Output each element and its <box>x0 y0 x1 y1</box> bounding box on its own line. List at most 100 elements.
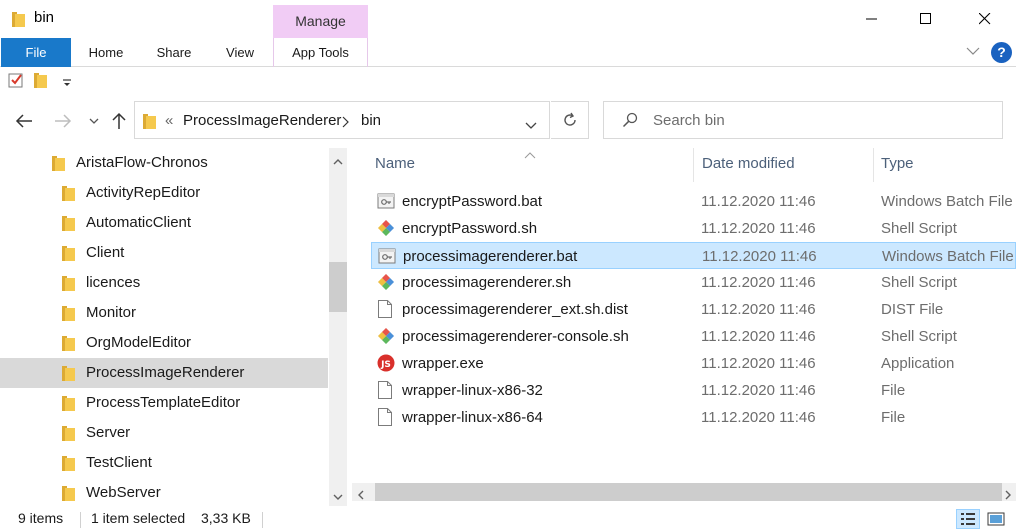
folder-icon <box>62 215 76 234</box>
file-list-horizontal-scrollbar[interactable] <box>352 483 1016 501</box>
file-name: processimagerenderer.sh <box>402 274 572 291</box>
file-name: processimagerenderer_ext.sh.dist <box>402 301 628 318</box>
details-view-button[interactable] <box>956 509 980 529</box>
sidebar-item-label: AristaFlow-Chronos <box>76 154 208 171</box>
address-history-chevron-icon[interactable] <box>525 117 537 133</box>
file-date-modified: 11.12.2020 11:46 <box>702 248 817 265</box>
file-row[interactable]: processimagerenderer-console.sh 11.12.202… <box>371 323 1016 350</box>
breadcrumb-item[interactable]: bin <box>361 112 381 129</box>
scroll-up-arrow-icon[interactable] <box>333 153 343 169</box>
scroll-thumb[interactable] <box>375 483 1002 501</box>
sidebar-item[interactable]: Monitor <box>0 298 328 328</box>
back-button[interactable] <box>12 108 36 134</box>
generic-file-icon <box>377 408 393 429</box>
sidebar-item-label: ProcessImageRenderer <box>86 364 245 381</box>
large-icons-view-icon <box>987 512 1005 526</box>
sidebar-item[interactable]: licences <box>0 268 328 298</box>
sidebar-item[interactable]: AristaFlow-Chronos <box>0 148 328 178</box>
recent-locations-button[interactable] <box>82 108 106 134</box>
file-row[interactable]: processimagerenderer.bat 11.12.2020 11:46… <box>371 242 1016 269</box>
sidebar-item[interactable]: AutomaticClient <box>0 208 328 238</box>
refresh-icon <box>563 112 576 126</box>
sidebar-item[interactable]: OrgModelEditor <box>0 328 328 358</box>
file-row[interactable]: wrapper-linux-x86-32 11.12.2020 11:46 File <box>371 377 1016 404</box>
file-row[interactable]: encryptPassword.sh 11.12.2020 11:46 Shell … <box>371 215 1016 242</box>
new-folder-icon[interactable] <box>34 72 48 91</box>
sidebar-item[interactable]: ActivityRepEditor <box>0 178 328 208</box>
back-arrow-icon <box>15 114 32 128</box>
help-icon[interactable]: ? <box>991 42 1012 63</box>
file-name: wrapper.exe <box>402 355 484 372</box>
address-bar[interactable]: « ProcessImageRenderer bin <box>134 101 550 139</box>
forward-button[interactable] <box>51 108 75 134</box>
tab-share[interactable]: Share <box>150 38 198 67</box>
folder-icon <box>52 155 66 174</box>
refresh-button[interactable] <box>551 101 589 139</box>
tab-app-tools[interactable]: App Tools <box>273 38 368 67</box>
file-name: processimagerenderer-console.sh <box>402 328 629 345</box>
file-row[interactable]: processimagerenderer_ext.sh.dist 11.12.20… <box>371 296 1016 323</box>
manage-context-tab[interactable]: Manage <box>273 5 368 38</box>
folder-icon <box>12 11 26 30</box>
sidebar-item[interactable]: Server <box>0 418 328 448</box>
search-icon <box>622 112 638 131</box>
sidebar-item-label: Client <box>86 244 125 261</box>
tab-file[interactable]: File <box>1 38 71 67</box>
file-type: DIST File <box>881 301 944 318</box>
selection-count: 1 item selected <box>91 510 186 526</box>
file-type: Windows Batch File <box>881 193 1013 210</box>
generic-file-icon <box>377 381 393 402</box>
file-row[interactable]: wrapper-linux-x86-64 11.12.2020 11:46 File <box>371 404 1016 431</box>
file-name: encryptPassword.bat <box>402 193 543 210</box>
file-row[interactable]: encryptPassword.bat 11.12.2020 11:46 Windo… <box>371 188 1016 215</box>
navigation-vertical-scrollbar[interactable] <box>329 148 347 506</box>
batch-file-icon <box>378 247 396 268</box>
item-count: 9 items <box>18 510 64 526</box>
file-row[interactable]: processimagerenderer.sh 11.12.2020 11:46 S… <box>371 269 1016 296</box>
minimize-button[interactable] <box>849 0 895 38</box>
ribbon-expand-chevron-icon[interactable] <box>966 44 980 61</box>
scroll-left-arrow-icon[interactable] <box>357 487 365 503</box>
folder-icon <box>62 245 76 264</box>
column-header-name[interactable]: Name <box>375 155 415 189</box>
sidebar-item-label: licences <box>86 274 141 291</box>
properties-checkmark-icon[interactable] <box>8 72 24 91</box>
sidebar-item[interactable]: ProcessTemplateEditor <box>0 388 328 418</box>
file-type: Application <box>881 355 955 372</box>
scroll-down-arrow-icon[interactable] <box>333 488 343 504</box>
folder-icon <box>62 185 76 204</box>
file-date-modified: 11.12.2020 11:46 <box>701 382 816 399</box>
breadcrumb-separator-icon[interactable] <box>342 115 350 131</box>
maximize-button[interactable] <box>903 0 949 38</box>
sidebar-item-label: WebServer <box>86 484 161 501</box>
scroll-right-arrow-icon[interactable] <box>1004 487 1012 503</box>
scroll-thumb[interactable] <box>329 262 347 312</box>
file-date-modified: 11.12.2020 11:46 <box>701 274 816 291</box>
title-bar: bin Manage <box>0 0 1016 38</box>
sort-ascending-icon <box>524 146 536 162</box>
column-header-type[interactable]: Type <box>881 155 914 189</box>
large-icons-view-button[interactable] <box>984 509 1008 529</box>
tab-view[interactable]: View <box>215 38 265 67</box>
column-divider[interactable] <box>873 148 874 182</box>
file-row[interactable]: JS wrapper.exe 11.12.2020 11:46 Application <box>371 350 1016 377</box>
sidebar-item[interactable]: TestClient <box>0 448 328 478</box>
file-date-modified: 11.12.2020 11:46 <box>701 409 816 426</box>
up-button[interactable] <box>107 108 131 134</box>
breadcrumb-item[interactable]: ProcessImageRenderer <box>183 112 341 129</box>
ribbon-tabs: File Home Share View App Tools ? <box>0 38 1016 67</box>
breadcrumb-overflow[interactable]: « <box>165 112 173 129</box>
file-date-modified: 11.12.2020 11:46 <box>701 301 816 318</box>
column-header-date-modified[interactable]: Date modified <box>702 155 795 189</box>
sidebar-item[interactable]: ProcessImageRenderer <box>0 358 328 388</box>
close-button[interactable] <box>962 0 1008 38</box>
wrapper-exe-icon: JS <box>377 354 395 375</box>
folder-icon <box>62 305 76 324</box>
search-box[interactable]: Search bin <box>603 101 1003 139</box>
sidebar-item-label: AutomaticClient <box>86 214 192 231</box>
sidebar-item[interactable]: WebServer <box>0 478 328 506</box>
column-divider[interactable] <box>693 148 694 182</box>
sidebar-item[interactable]: Client <box>0 238 328 268</box>
tab-home[interactable]: Home <box>80 38 132 67</box>
customize-toolbar-dropdown-icon[interactable] <box>62 75 72 91</box>
